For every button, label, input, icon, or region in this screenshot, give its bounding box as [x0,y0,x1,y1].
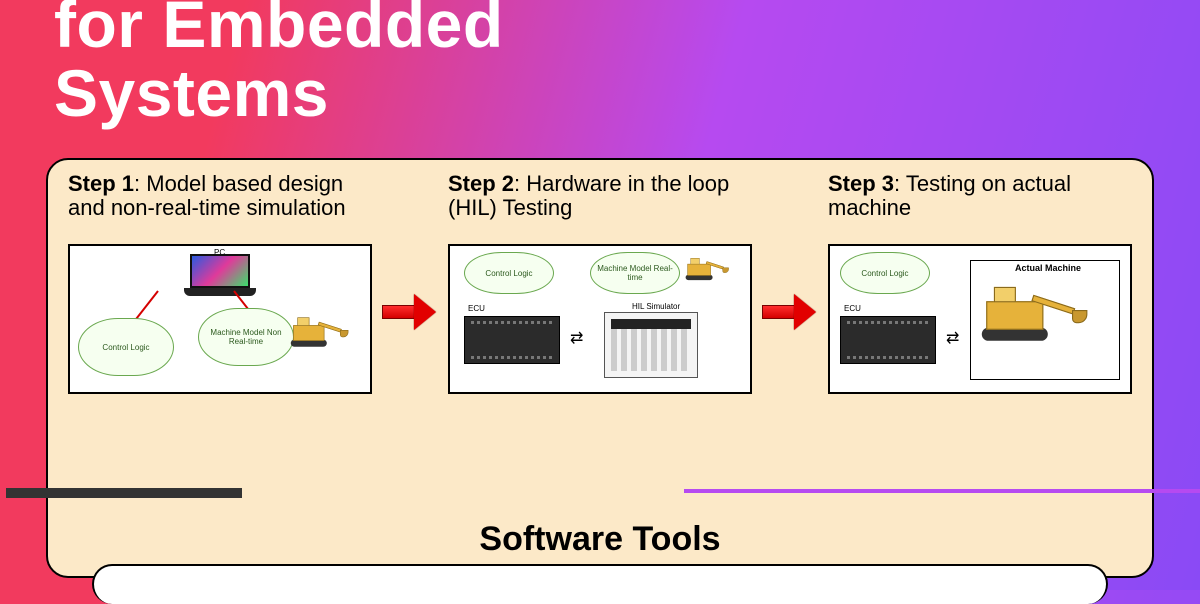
actual-machine-box: Actual Machine [970,260,1120,380]
arrow-2 [760,292,820,332]
cloud-label: Control Logic [102,343,149,352]
ecu-label: ECU [844,304,861,313]
machine-model-cloud: Machine Model Non Real-time [198,308,294,366]
control-logic-cloud: Control Logic [840,252,930,294]
title-line-2: Systems [54,56,329,130]
hil-label: HIL Simulator [632,302,680,311]
step-3-box: Control Logic ECU ⇄ Actual Machine [828,244,1132,394]
title-line-1: for Embedded [54,0,504,61]
step-3-heading: Step 3: Testing on actual machine [828,172,1132,244]
cloud-label: Control Logic [861,269,908,278]
machine-model-cloud: Machine Model Real-time [590,252,680,294]
steps-row: Step 1: Model based design and non-real-… [68,172,1132,394]
step-1-heading: Step 1: Model based design and non-real-… [68,172,372,244]
ecu-icon [464,316,560,364]
step-3: Step 3: Testing on actual machine Contro… [828,172,1132,394]
hil-simulator-icon [604,312,698,378]
step-1-box: PC Control Logic Machine Model Non Real-… [68,244,372,394]
ecu-icon [840,316,936,364]
software-tools-heading: Software Tools [48,520,1152,559]
bidirectional-arrow-icon: ⇄ [946,328,955,348]
step-2-heading: Step 2: Hardware in the loop (HIL) Testi… [448,172,752,244]
step-1-label: Step 1 [68,171,134,196]
control-logic-cloud: Control Logic [78,318,174,376]
arrow-1 [380,292,440,332]
step-3-label: Step 3 [828,171,894,196]
excavator-icon [687,264,712,280]
software-tools-box [92,564,1108,604]
step-2-box: Control Logic Machine Model Real-time EC… [448,244,752,394]
control-logic-cloud: Control Logic [464,252,554,294]
ecu-label: ECU [468,304,485,313]
arrow-right-icon [382,292,438,332]
excavator-icon [293,325,327,347]
step-1: Step 1: Model based design and non-real-… [68,172,372,394]
cloud-label: Machine Model Real-time [593,264,677,282]
laptop-icon [184,254,256,300]
step-2: Step 2: Hardware in the loop (HIL) Testi… [448,172,752,394]
actual-machine-label: Actual Machine [1015,263,1081,273]
arrow-right-icon [762,292,818,332]
bidirectional-arrow-icon: ⇄ [570,328,579,348]
excavator-icon [986,301,1048,341]
divider-bar [6,488,242,498]
cloud-label: Machine Model Non Real-time [201,328,291,346]
accent-bar [684,489,1200,493]
diagram-panel: Step 1: Model based design and non-real-… [46,158,1154,578]
cloud-label: Control Logic [485,269,532,278]
page-title: for Embedded Systems [0,0,1200,129]
step-2-label: Step 2 [448,171,514,196]
